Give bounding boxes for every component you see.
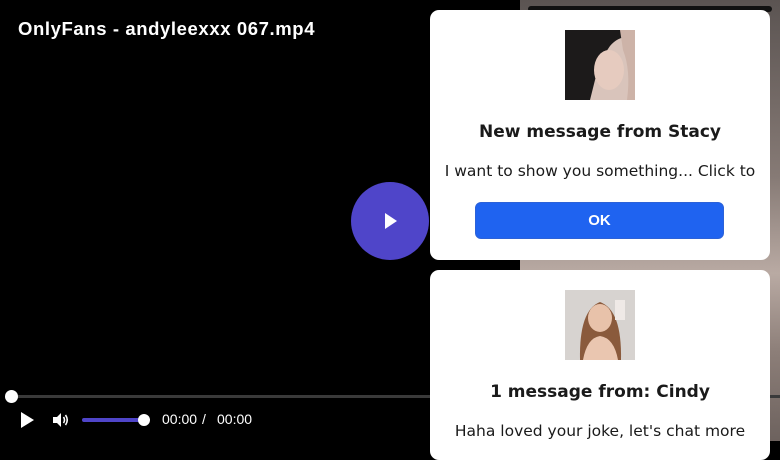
avatar <box>565 30 635 100</box>
duration: 00:00 <box>217 411 253 427</box>
ok-button[interactable]: OK <box>475 202 724 239</box>
notification-text: Haha loved your joke, let's chat more <box>454 422 746 440</box>
play-button[interactable] <box>18 411 36 429</box>
video-title: OnlyFans - andyleexxx 067.mp4 <box>18 18 316 39</box>
notification-popup-cindy[interactable]: 1 message from: Cindy Haha loved your jo… <box>430 270 770 460</box>
volume-thumb[interactable] <box>138 414 150 426</box>
big-play-button[interactable] <box>351 182 429 260</box>
notification-popup[interactable]: New message from Stacy I want to show yo… <box>430 10 770 260</box>
notification-title: 1 message from: Cindy <box>490 382 710 402</box>
volume-icon <box>53 413 69 427</box>
volume-button[interactable] <box>52 412 70 428</box>
notification-text: I want to show you something... Click to <box>444 162 756 180</box>
volume-slider[interactable] <box>82 418 144 422</box>
current-time: 00:00 <box>162 411 198 427</box>
avatar <box>565 290 635 360</box>
play-icon <box>21 412 34 428</box>
time-separator: / <box>202 411 206 427</box>
play-icon <box>385 213 397 229</box>
notification-title: New message from Stacy <box>478 122 722 142</box>
progress-thumb[interactable] <box>5 390 18 403</box>
